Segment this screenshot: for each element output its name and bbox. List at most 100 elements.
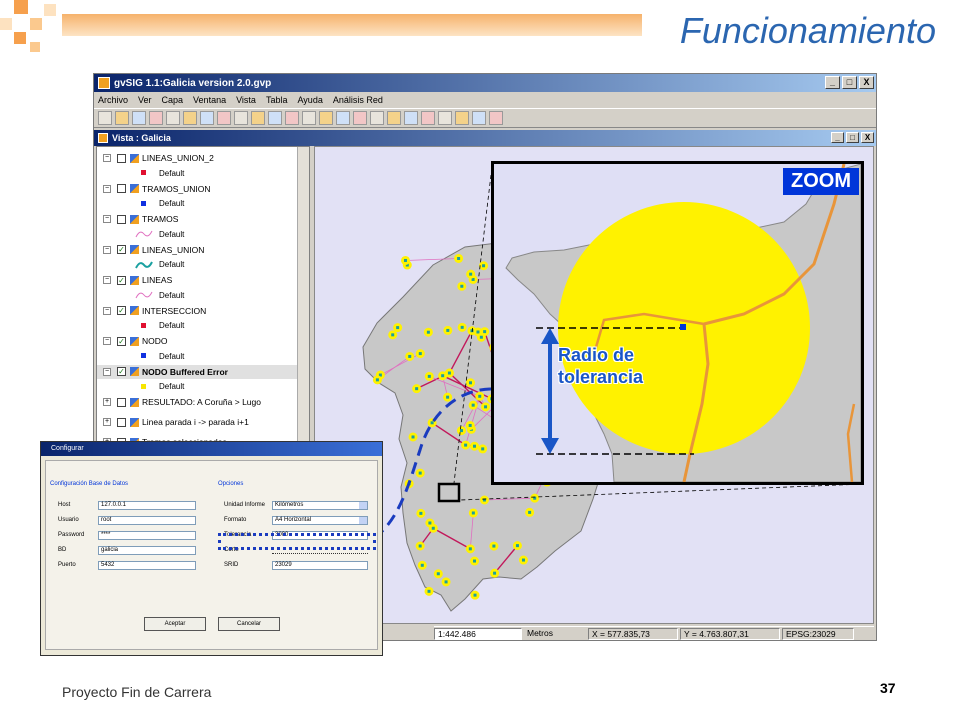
status-bar: 1:442.486 Metros X = 577.835,73 Y = 4.76… <box>434 626 874 640</box>
menu-capa[interactable]: Capa <box>162 95 184 105</box>
window-titlebar[interactable]: gvSIG 1.1:Galicia version 2.0.gvp _ □ X <box>94 74 876 92</box>
node-point <box>481 447 485 451</box>
menu-analisis-red[interactable]: Análisis Red <box>333 95 383 105</box>
db-field-input[interactable]: root <box>98 516 196 525</box>
legend-label: Default <box>159 321 185 330</box>
menu-archivo[interactable]: Archivo <box>98 95 128 105</box>
view-maximize-button[interactable]: □ <box>846 132 859 143</box>
layer-name: LINEAS_UNION_2 <box>142 153 214 163</box>
toolbar-redo-icon[interactable] <box>234 111 248 125</box>
layer-expander-icon[interactable]: + <box>103 398 111 406</box>
db-field-input[interactable]: galicia <box>98 546 196 555</box>
layer-visibility-checkbox[interactable] <box>117 153 126 163</box>
layer-item[interactable]: + Linea parada i -> parada i+1 <box>97 415 297 429</box>
close-button[interactable]: X <box>859 76 874 89</box>
layer-visibility-checkbox[interactable] <box>117 214 126 224</box>
view-minimize-button[interactable]: _ <box>831 132 844 143</box>
layer-item[interactable]: − ✓ NODO <box>97 334 297 348</box>
menu-ver[interactable]: Ver <box>138 95 152 105</box>
layer-expander-icon[interactable]: − <box>103 276 111 284</box>
accept-button[interactable]: Aceptar <box>144 617 206 631</box>
toolbar-measure-icon[interactable] <box>336 111 350 125</box>
node-point <box>468 381 472 385</box>
menu-ventana[interactable]: Ventana <box>193 95 226 105</box>
tolerance-radius-label: Radio de tolerancia <box>558 345 644 387</box>
toolbar-save-icon[interactable] <box>132 111 146 125</box>
toolbar-graph-icon[interactable] <box>387 111 401 125</box>
toolbar-print-icon[interactable] <box>149 111 163 125</box>
option-select[interactable]: A4 Horizontal <box>272 516 368 525</box>
layer-item[interactable]: − ✓ NODO Buffered Error <box>97 364 297 379</box>
toolbar-table-icon[interactable] <box>370 111 384 125</box>
layer-expander-icon[interactable]: − <box>103 215 111 223</box>
layer-expander-icon[interactable]: − <box>103 184 111 193</box>
toolbar-select-icon[interactable] <box>302 111 316 125</box>
scale-field[interactable]: 1:442.486 <box>434 627 522 640</box>
menu-tabla[interactable]: Tabla <box>266 95 288 105</box>
toolbar <box>94 108 876 128</box>
minimize-button[interactable]: _ <box>825 76 840 89</box>
toolbar-buffer-icon[interactable] <box>438 111 452 125</box>
toolbar-open-icon[interactable] <box>115 111 129 125</box>
node-point <box>420 563 424 567</box>
dialog-title[interactable]: Configurar <box>41 442 382 456</box>
layer-item[interactable]: − LINEAS_UNION_2 <box>97 151 297 165</box>
toolbar-locate-icon[interactable] <box>404 111 418 125</box>
layer-expander-icon[interactable]: − <box>103 306 111 315</box>
layer-visibility-checkbox[interactable]: ✓ <box>117 367 126 376</box>
db-field-input[interactable]: 127.0.0.1 <box>98 501 196 510</box>
legend-item: Default <box>97 198 184 210</box>
db-field-input[interactable]: 5432 <box>98 561 196 570</box>
layer-item[interactable]: − ✓ INTERSECCION <box>97 304 297 318</box>
toolbar-pan-icon[interactable] <box>285 111 299 125</box>
toolbar-new-icon[interactable] <box>98 111 112 125</box>
toolbar-info-icon[interactable] <box>319 111 333 125</box>
layer-visibility-checkbox[interactable]: ✓ <box>117 245 126 254</box>
layer-visibility-checkbox[interactable]: ✓ <box>117 275 126 285</box>
menu-bar: Archivo Ver Capa Ventana Vista Tabla Ayu… <box>94 92 876 108</box>
toolbar-route-icon[interactable] <box>455 111 469 125</box>
layer-item[interactable]: − ✓ LINEAS_UNION <box>97 243 297 257</box>
layer-expander-icon[interactable]: − <box>103 337 111 345</box>
layer-visibility-checkbox[interactable]: ✓ <box>117 336 126 346</box>
layer-visibility-checkbox[interactable] <box>117 417 126 427</box>
node-point <box>473 593 477 597</box>
layer-expander-icon[interactable]: − <box>103 245 111 254</box>
view-close-button[interactable]: X <box>861 132 874 143</box>
maximize-button[interactable]: □ <box>842 76 857 89</box>
db-field-input[interactable]: **** <box>98 531 196 540</box>
toolbar-undo-icon[interactable] <box>217 111 231 125</box>
layer-type-icon <box>130 367 139 376</box>
layer-item[interactable]: − ✓ LINEAS <box>97 273 297 287</box>
cancel-button[interactable]: Cancelar <box>218 617 280 631</box>
units-field[interactable]: Metros <box>524 627 586 640</box>
layer-name: LINEAS <box>142 275 173 285</box>
layer-visibility-checkbox[interactable] <box>117 397 126 407</box>
zoom-inset: ZOOM Radio de tolerancia <box>491 161 864 485</box>
layer-item[interactable]: + RESULTADO: A Coruña > Lugo <box>97 395 297 409</box>
option-select[interactable]: Kilómetros <box>272 501 368 510</box>
node-point <box>418 471 422 475</box>
toolbar-zoom-in-icon[interactable] <box>251 111 265 125</box>
toolbar-cut-icon[interactable] <box>166 111 180 125</box>
layer-visibility-checkbox[interactable]: ✓ <box>117 306 126 315</box>
view-titlebar[interactable]: Vista : Galicia _ □ X <box>94 130 876 146</box>
layer-type-icon <box>130 397 139 407</box>
toolbar-paste-icon[interactable] <box>200 111 214 125</box>
layer-expander-icon[interactable]: − <box>103 154 111 162</box>
toolbar-layer-add-icon[interactable] <box>353 111 367 125</box>
layer-expander-icon[interactable]: + <box>103 418 111 426</box>
toolbar-copy-icon[interactable] <box>183 111 197 125</box>
menu-ayuda[interactable]: Ayuda <box>297 95 322 105</box>
menu-vista[interactable]: Vista <box>236 95 256 105</box>
toolbar-zoom-out-icon[interactable] <box>268 111 282 125</box>
toolbar-snap-icon[interactable] <box>421 111 435 125</box>
layer-expander-icon[interactable]: − <box>103 367 111 376</box>
option-input[interactable]: 23029 <box>272 561 368 570</box>
toolbar-report-icon[interactable] <box>472 111 486 125</box>
layer-item[interactable]: − TRAMOS_UNION <box>97 182 297 196</box>
toolbar-help-icon[interactable] <box>489 111 503 125</box>
layer-type-icon <box>130 275 139 285</box>
layer-visibility-checkbox[interactable] <box>117 184 126 193</box>
layer-item[interactable]: − TRAMOS <box>97 212 297 226</box>
